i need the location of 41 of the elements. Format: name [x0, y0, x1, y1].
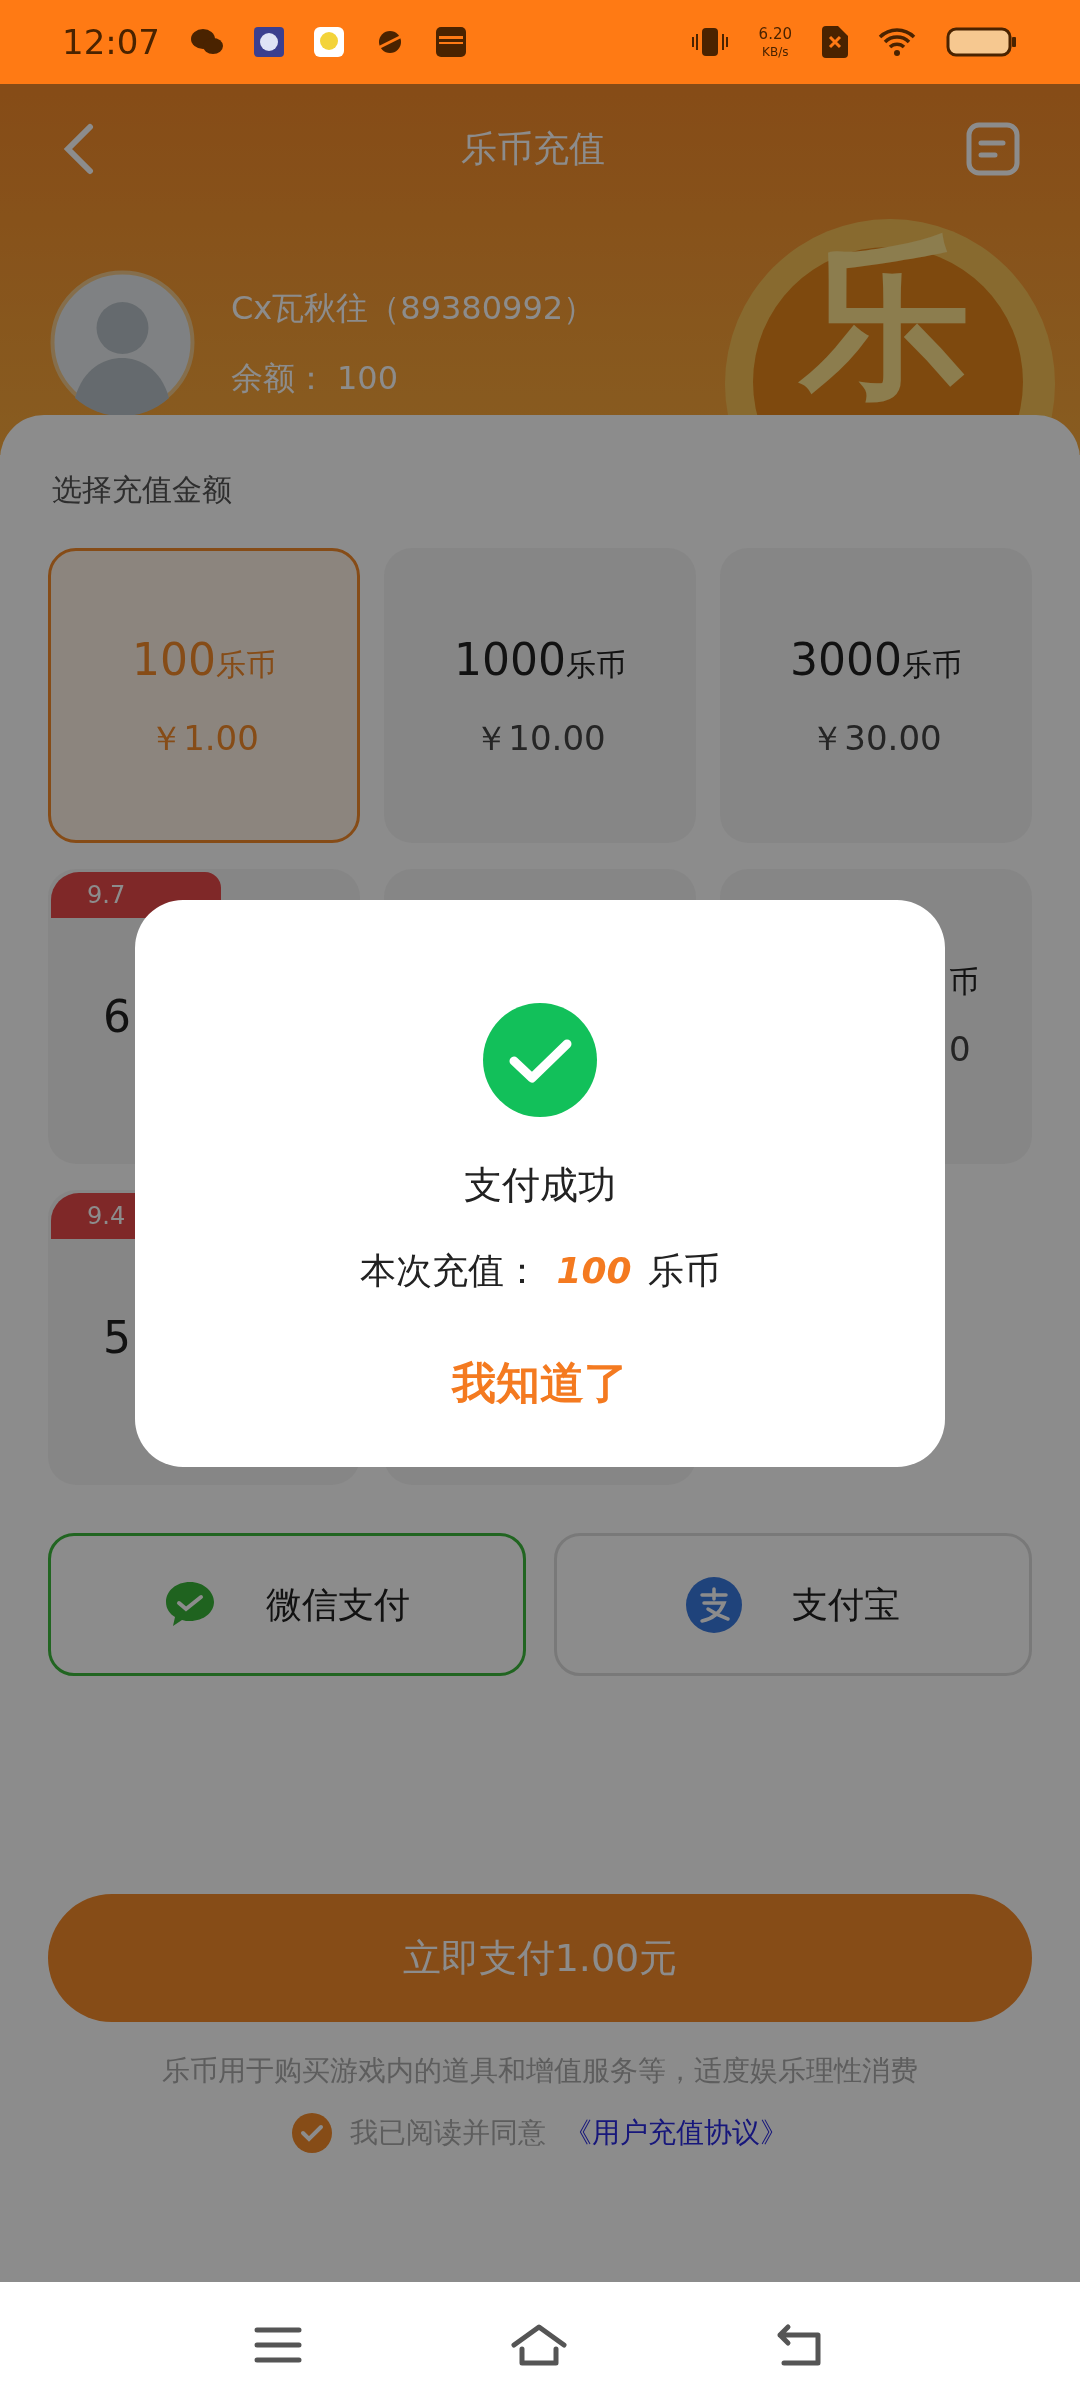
- wifi-icon: [878, 27, 916, 57]
- agree-checkbox[interactable]: [292, 2113, 332, 2153]
- coin-amount: 5: [103, 1310, 131, 1365]
- price-text: ￥10.00: [474, 717, 606, 760]
- clock-text: 12:07: [62, 20, 160, 64]
- coin-amount: 3000乐币: [790, 633, 962, 687]
- balance-label: 余额：: [231, 357, 327, 399]
- home-icon[interactable]: [510, 2323, 568, 2367]
- success-check-icon: [483, 1003, 597, 1117]
- net-speed-text: 6.20: [758, 26, 792, 42]
- balance-value: 100: [337, 357, 399, 399]
- confirm-button[interactable]: 我知道了: [452, 1350, 628, 1416]
- package-card[interactable]: 3000乐币 ￥30.00: [720, 548, 1032, 843]
- coin-amount: 币: [949, 962, 979, 1001]
- agreement-link[interactable]: 《用户充值协议》: [564, 2112, 788, 2154]
- battery-icon: [946, 27, 1018, 57]
- vibrate-icon: [690, 26, 729, 58]
- page-title: 乐币充值: [460, 127, 606, 171]
- payment-option[interactable]: 支付宝: [554, 1533, 1032, 1676]
- payment-option[interactable]: 微信支付: [48, 1533, 526, 1676]
- price-text: ￥30.00: [810, 717, 942, 760]
- coin-amount: 1000乐币: [454, 633, 626, 687]
- user-name: Cx瓦秋往（89380992）: [231, 287, 596, 329]
- price-text: ￥1.00: [149, 717, 259, 760]
- chat-app-icon: [190, 28, 224, 56]
- app-icon: [314, 27, 344, 57]
- sim-off-icon: [822, 26, 848, 58]
- check-icon: [300, 2123, 324, 2143]
- wallet-icon: [436, 27, 466, 57]
- package-card[interactable]: 1000乐币 ￥10.00: [384, 548, 696, 843]
- coin-glyph: 乐: [800, 234, 970, 404]
- price-text: 0: [949, 1027, 971, 1071]
- app-icon: [254, 27, 284, 57]
- net-unit-text: KB/s: [762, 45, 789, 58]
- coin-amount: 100乐币: [132, 633, 276, 687]
- payment-logo-icon: [686, 1576, 742, 1633]
- recharge-amount-text: 本次充值： 100 乐币: [360, 1249, 720, 1293]
- coin-amount: 6: [103, 989, 131, 1044]
- section-title: 选择充值金额: [51, 471, 233, 509]
- dialog-title: 支付成功: [464, 1162, 616, 1209]
- menu-icon[interactable]: [254, 2325, 302, 2365]
